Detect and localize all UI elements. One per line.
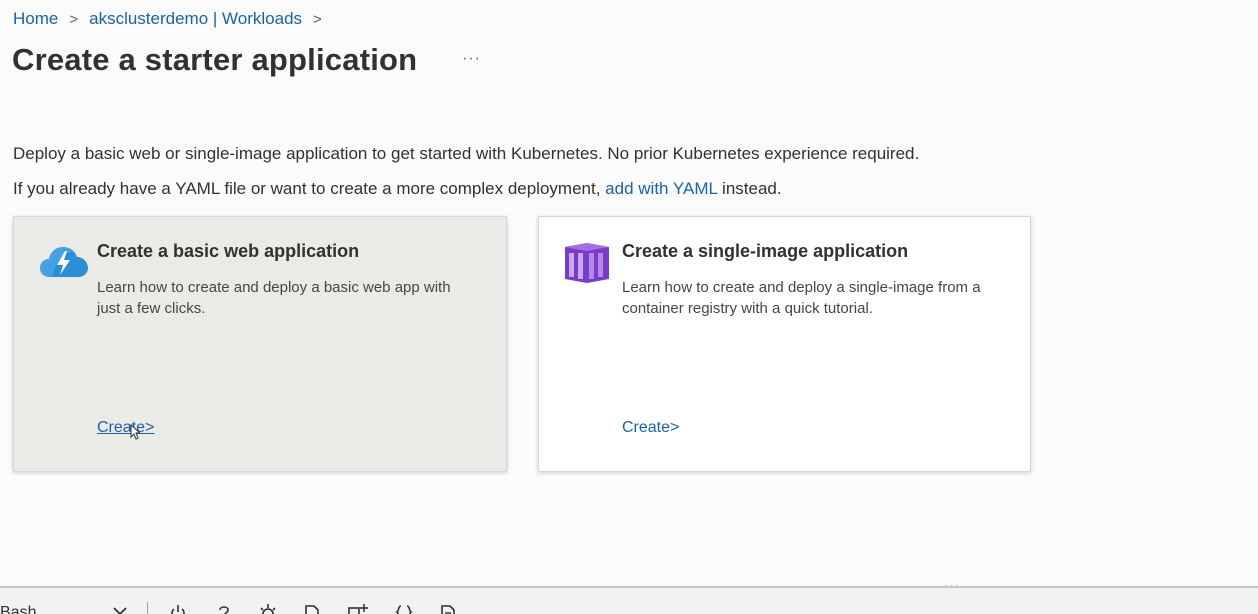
page-title: Create a starter application: [12, 42, 418, 77]
card-description: Learn how to create and deploy a single-…: [622, 279, 981, 317]
toolbar-divider: [147, 602, 148, 614]
description-prefix: If you already have a YAML file or want …: [13, 179, 601, 198]
create-web-app-link[interactable]: Create>: [97, 419, 154, 437]
open-file-icon[interactable]: [438, 604, 458, 614]
card-description: Learn how to create and deploy a basic w…: [97, 279, 451, 317]
card-title: Create a single-image application: [622, 241, 909, 261]
upload-file-icon[interactable]: [302, 604, 322, 614]
breadcrumb-cluster-link[interactable]: aksclusterdemo | Workloads: [89, 9, 302, 29]
description-suffix: instead.: [722, 179, 782, 198]
description-line-2: If you already have a YAML file or want …: [13, 179, 782, 199]
power-icon[interactable]: [168, 604, 188, 614]
breadcrumb-separator: >: [313, 10, 322, 28]
breadcrumb-separator: >: [69, 10, 79, 28]
editor-braces-icon[interactable]: [394, 604, 414, 614]
basic-web-app-card[interactable]: Create a basic web application Learn how…: [13, 216, 507, 472]
chevron-down-icon[interactable]: [112, 606, 128, 614]
card-title: Create a basic web application: [97, 241, 360, 261]
description-line-1: Deploy a basic web or single-image appli…: [13, 144, 920, 163]
settings-gear-icon[interactable]: [258, 604, 278, 614]
container-icon: [565, 243, 609, 283]
page: Home > aksclusterdemo | Workloads > Crea…: [0, 0, 1258, 614]
mouse-cursor-icon: [130, 424, 140, 440]
cloud-shell-toolbar: Bash: [0, 588, 1258, 614]
create-single-image-link[interactable]: Create>: [622, 419, 679, 437]
cloud-bolt-icon: [40, 247, 88, 277]
shell-selector[interactable]: Bash: [0, 604, 36, 614]
help-icon[interactable]: [214, 604, 234, 614]
breadcrumb: Home > aksclusterdemo | Workloads >: [13, 9, 333, 29]
add-with-yaml-link[interactable]: add with YAML: [605, 179, 717, 198]
breadcrumb-home-link[interactable]: Home: [13, 9, 58, 29]
new-session-icon[interactable]: [348, 604, 368, 614]
more-actions-button[interactable]: ···: [462, 50, 481, 68]
single-image-app-card[interactable]: Create a single-image application Learn …: [538, 216, 1031, 472]
